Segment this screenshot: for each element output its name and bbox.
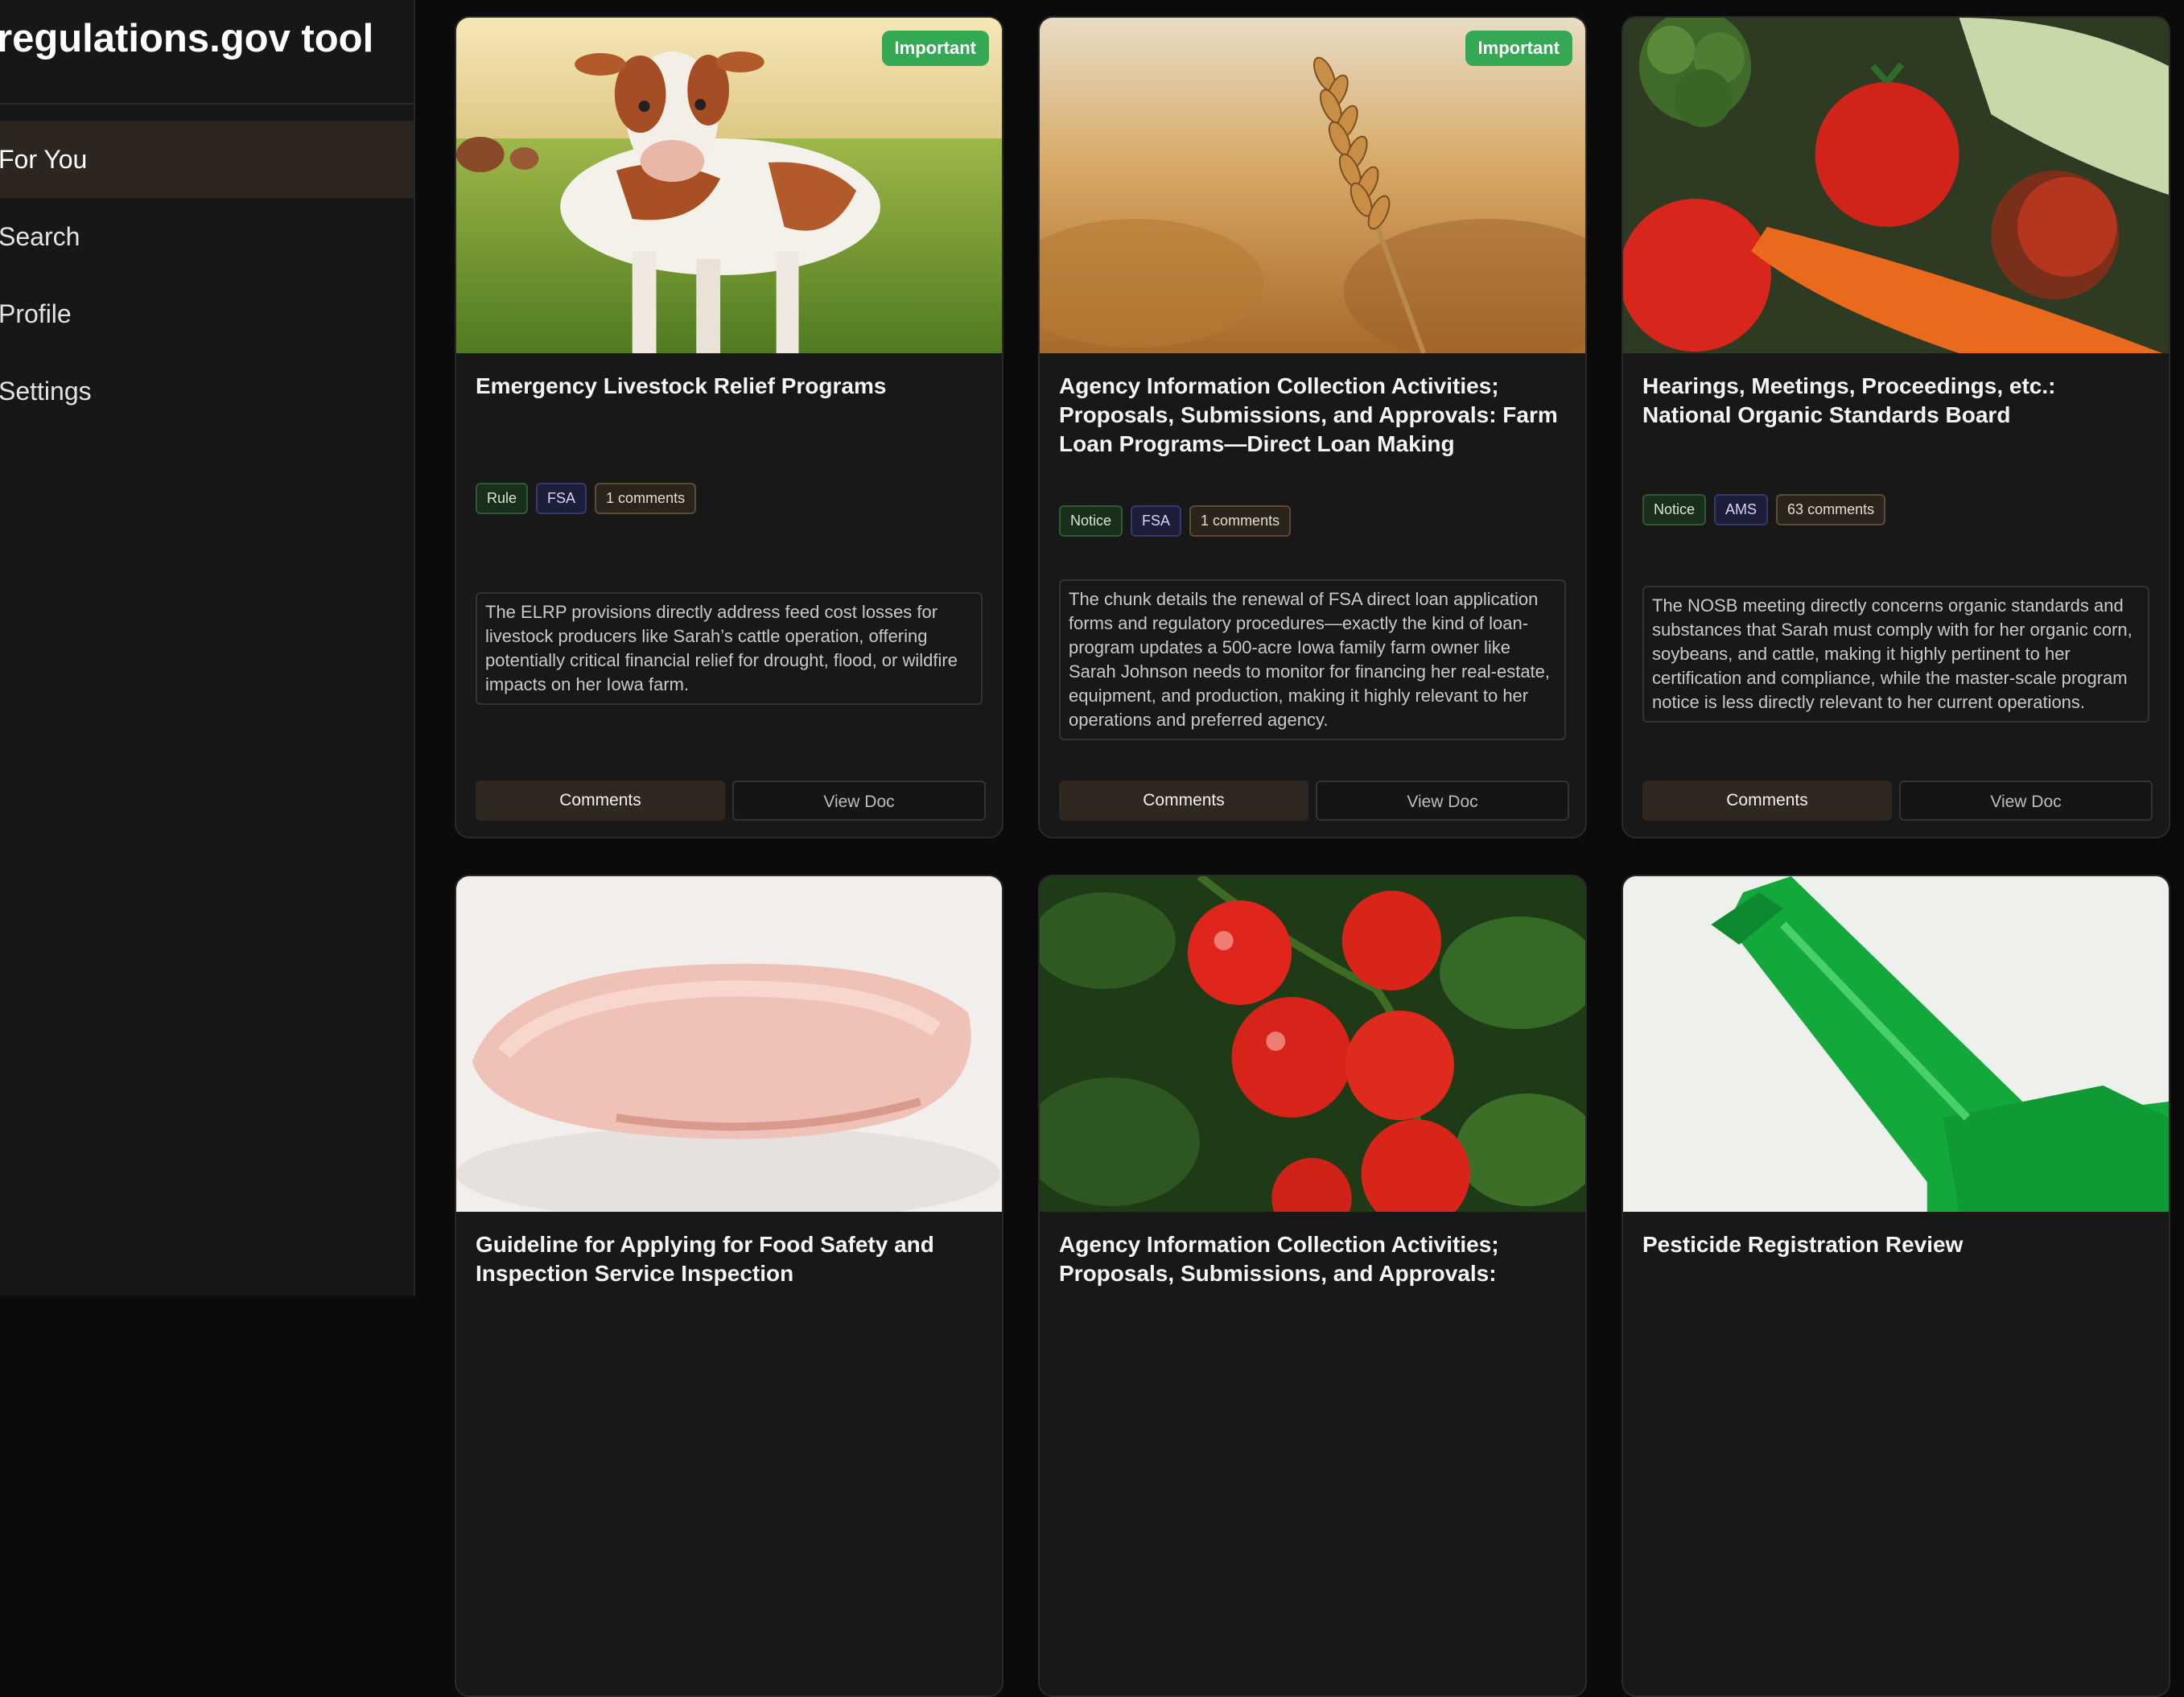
view-doc-button[interactable]: View Doc (1316, 781, 1569, 821)
comment-count-tag: 1 comments (1189, 505, 1292, 537)
important-badge: Important (1465, 31, 1572, 66)
document-card: Important Emergency Livestock Relief Pro… (455, 16, 1003, 838)
agency-tag: FSA (536, 483, 587, 514)
view-doc-button[interactable]: View Doc (732, 781, 986, 821)
document-card: Guideline for Applying for Food Safety a… (455, 875, 1003, 1697)
agency-tag: FSA (1131, 505, 1182, 537)
card-tags: Rule FSA 1 comments (476, 483, 697, 514)
comments-button[interactable]: Comments (1059, 781, 1308, 821)
sidebar-nav: For You Search Profile Settings (0, 121, 414, 430)
sidebar: regulations.gov tool For You Search Prof… (0, 0, 415, 1295)
card-summary: The chunk details the renewal of FSA dir… (1059, 579, 1566, 740)
comments-button[interactable]: Comments (476, 781, 725, 821)
card-title: Pesticide Registration Review (1642, 1232, 1964, 1257)
card-summary: The ELRP provisions directly address fee… (476, 592, 983, 705)
card-title: Guideline for Applying for Food Safety a… (476, 1232, 934, 1286)
cow-image: Important (456, 18, 1002, 353)
nav-item-settings[interactable]: Settings (0, 352, 414, 430)
app-title: regulations.gov tool (0, 17, 374, 60)
comments-button[interactable]: Comments (1642, 781, 1892, 821)
comment-count-tag: 1 comments (595, 483, 697, 514)
tomatoes-image (1040, 876, 1585, 1212)
wheat-image: Important (1040, 18, 1585, 353)
card-title: Agency Information Collection Activities… (1059, 373, 1558, 456)
chicken-breast-image (456, 876, 1002, 1212)
important-badge: Important (881, 31, 989, 66)
document-card: Agency Information Collection Activities… (1038, 875, 1587, 1697)
agency-tag: AMS (1714, 494, 1769, 525)
sidebar-divider (0, 103, 414, 105)
card-tags: Notice FSA 1 comments (1059, 505, 1292, 537)
card-title: Hearings, Meetings, Proceedings, etc.: N… (1642, 373, 2056, 427)
type-tag: Notice (1642, 494, 1707, 525)
nav-item-search[interactable]: Search (0, 198, 414, 275)
card-tags: Notice AMS 63 comments (1642, 494, 1886, 525)
document-card: Important Agency Information Collection … (1038, 16, 1587, 838)
type-tag: Notice (1059, 505, 1123, 537)
nav-item-profile[interactable]: Profile (0, 275, 414, 352)
pesticide-bottle-image (1623, 876, 2169, 1212)
type-tag: Rule (476, 483, 529, 514)
card-title: Agency Information Collection Activities… (1059, 1232, 1499, 1286)
vegetables-image (1623, 18, 2169, 353)
comment-count-tag: 63 comments (1776, 494, 1886, 525)
nav-item-for-you[interactable]: For You (0, 121, 414, 198)
document-card: Pesticide Registration Review (1622, 875, 2170, 1697)
view-doc-button[interactable]: View Doc (1899, 781, 2153, 821)
card-title: Emergency Livestock Relief Programs (476, 373, 887, 398)
card-summary: The NOSB meeting directly concerns organ… (1642, 586, 2149, 723)
document-card: Hearings, Meetings, Proceedings, etc.: N… (1622, 16, 2170, 838)
